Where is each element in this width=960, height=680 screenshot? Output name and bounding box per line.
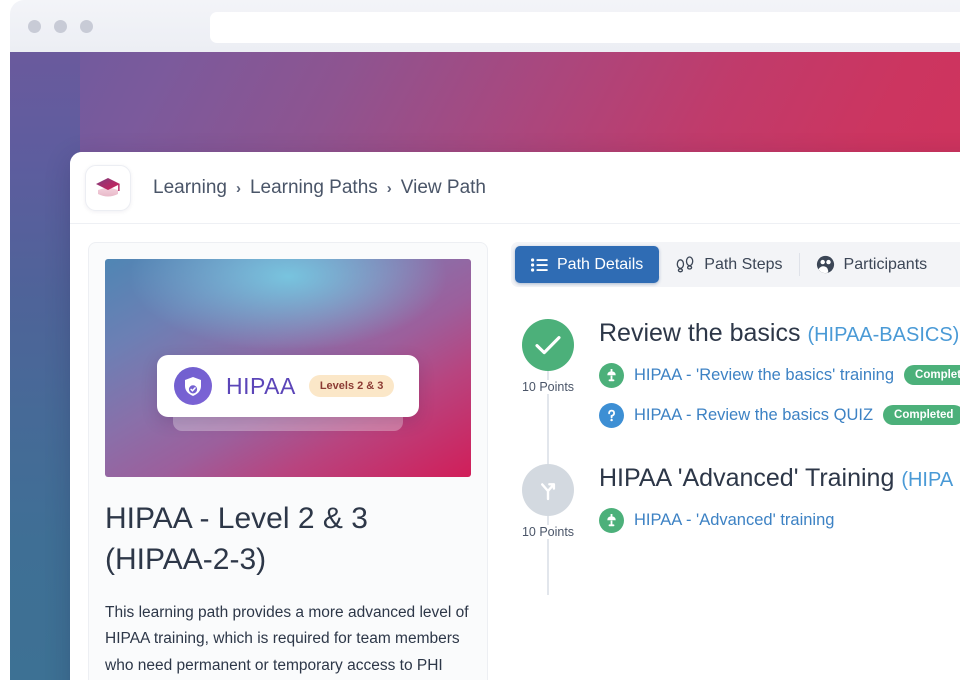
tab-path-details-label: Path Details: [557, 256, 643, 274]
path-step: 10 Points Review the basics (HIPAA-BASIC…: [511, 319, 960, 428]
step-code[interactable]: (HIPAA-BASICS): [807, 324, 959, 346]
step-status-rail: 10 Points: [511, 319, 585, 428]
step-item-label: HIPAA - Review the basics QUIZ: [634, 406, 873, 425]
app-panel: Learning › Learning Paths › View Path: [70, 152, 960, 680]
graduation-cap-icon: [95, 177, 121, 199]
step-status-circle-pending: [522, 464, 574, 516]
list-icon: [531, 258, 548, 272]
path-title: HIPAA - Level 2 & 3 (HIPAA-2-3): [105, 499, 471, 581]
tab-participants[interactable]: Participants: [800, 246, 944, 283]
path-hero-image: HIPAA Levels 2 & 3: [105, 259, 471, 477]
maximize-window-button[interactable]: [80, 20, 93, 33]
breadcrumb: Learning › Learning Paths › View Path: [153, 177, 486, 199]
status-badge: Completed: [904, 365, 960, 385]
check-icon: [534, 334, 562, 356]
step-content: HIPAA 'Advanced' Training (HIPA: [585, 464, 960, 539]
app-gradient-backdrop: Learning › Learning Paths › View Path: [10, 52, 960, 680]
people-icon: [816, 255, 835, 274]
footprints-icon: [676, 256, 695, 273]
app-header: Learning › Learning Paths › View Path: [70, 152, 960, 224]
step-heading: HIPAA 'Advanced' Training (HIPA: [599, 464, 960, 493]
step-item-label: HIPAA - 'Review the basics' training: [634, 366, 894, 385]
path-description-text: This learning path provides a more advan…: [105, 604, 469, 680]
step-content: Review the basics (HIPAA-BASICS): [585, 319, 960, 428]
breadcrumb-item-learning[interactable]: Learning: [153, 177, 227, 199]
breadcrumb-item-view-path: View Path: [401, 177, 486, 199]
path-summary-card: HIPAA Levels 2 & 3 HIPAA - Level 2 & 3 (…: [88, 242, 488, 680]
minimize-window-button[interactable]: [54, 20, 67, 33]
step-item-label: HIPAA - 'Advanced' training: [634, 511, 834, 530]
tab-path-steps[interactable]: Path Steps: [660, 246, 798, 283]
step-code[interactable]: (HIPA: [901, 469, 953, 491]
step-status-rail: 10 Points: [511, 464, 585, 539]
path-step: 10 Points HIPAA 'Advanced' Training (HIP…: [511, 464, 960, 539]
step-points: 10 Points: [520, 380, 576, 394]
hero-badge-card: HIPAA Levels 2 & 3: [157, 355, 419, 417]
step-heading: Review the basics (HIPAA-BASICS): [599, 319, 960, 348]
step-item[interactable]: HIPAA - 'Advanced' training: [599, 508, 960, 533]
path-description: This learning path provides a more advan…: [105, 600, 471, 680]
step-item[interactable]: HIPAA - 'Review the basics' training Com…: [599, 363, 960, 388]
address-bar-input[interactable]: [210, 12, 960, 43]
path-detail-column: Path Details Path Steps: [488, 242, 960, 680]
tab-path-details[interactable]: Path Details: [515, 246, 659, 283]
close-window-button[interactable]: [28, 20, 41, 33]
browser-window-chrome: [10, 0, 960, 52]
path-steps-list: 10 Points Review the basics (HIPAA-BASIC…: [511, 319, 960, 539]
tab-bar: Path Details Path Steps: [511, 242, 960, 287]
step-heading-text: HIPAA 'Advanced' Training: [599, 464, 894, 492]
breadcrumb-item-learning-paths[interactable]: Learning Paths: [250, 177, 378, 199]
question-icon: [599, 403, 624, 428]
training-icon: [599, 508, 624, 533]
chevron-right-icon: ›: [236, 180, 241, 197]
step-points: 10 Points: [520, 525, 576, 539]
step-item[interactable]: HIPAA - Review the basics QUIZ Completed…: [599, 403, 960, 428]
chevron-right-icon: ›: [387, 180, 392, 197]
step-heading-text: Review the basics: [599, 319, 800, 347]
shield-check-icon: [174, 367, 212, 405]
page-body: HIPAA Levels 2 & 3 HIPAA - Level 2 & 3 (…: [70, 224, 960, 680]
hero-title: HIPAA: [226, 373, 296, 400]
tab-participants-label: Participants: [844, 256, 928, 274]
fork-arrow-icon: [536, 478, 560, 502]
status-badge: Completed: [883, 405, 960, 425]
hero-level-badge: Levels 2 & 3: [309, 375, 395, 397]
step-status-circle-completed: [522, 319, 574, 371]
tab-path-steps-label: Path Steps: [704, 256, 782, 274]
traffic-light-buttons: [28, 20, 93, 33]
training-icon: [599, 363, 624, 388]
app-logo-tile[interactable]: [85, 165, 131, 211]
